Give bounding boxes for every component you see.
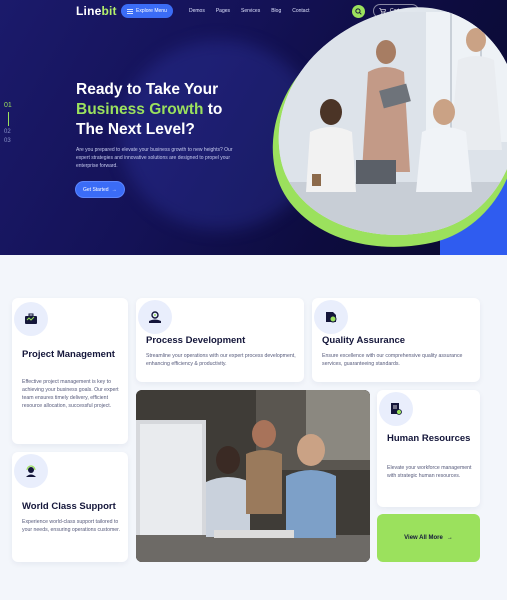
card-title: World Class Support [22, 501, 116, 512]
nav-services[interactable]: Services [241, 8, 260, 14]
main-nav: Demos Pages Services Blog Contact [189, 8, 309, 14]
hero-photo-team-meeting [255, 0, 507, 255]
explore-menu-button[interactable]: Explore Menu [121, 4, 173, 18]
card-description: Effective project management is key to a… [22, 379, 119, 409]
service-card-human-resources[interactable]: Human Resources Elevate your workforce m… [377, 390, 480, 507]
view-all-more-button[interactable]: View All More → [377, 514, 480, 562]
card-description: Ensure excellence with our comprehensive… [322, 353, 463, 367]
slide-indicator-3[interactable]: 03 [4, 138, 12, 144]
card-title: Process Development [146, 335, 246, 346]
slide-indicator-1[interactable]: 01 [4, 102, 12, 109]
search-icon [355, 8, 362, 15]
hero-section: Linebit Explore Menu Demos Pages Service… [0, 0, 507, 255]
view-all-label: View All More [404, 535, 443, 541]
quality-icon [314, 300, 348, 334]
card-title: Project Management [22, 349, 115, 360]
logo[interactable]: Linebit [76, 4, 117, 18]
hero-title-line-3: The Next Level? [76, 121, 195, 138]
service-card-world-class-support[interactable]: World Class Support Experience world-cla… [12, 452, 128, 562]
explore-menu-label: Explore Menu [136, 8, 167, 14]
briefcase-icon [14, 302, 48, 336]
document-person-icon [379, 392, 413, 426]
support-agent-icon [14, 454, 48, 488]
arrow-right-icon: → [111, 186, 117, 193]
gear-hand-icon [138, 300, 172, 334]
arrow-right-icon: → [446, 535, 453, 541]
service-card-process-development[interactable]: Process Development Streamline your oper… [136, 298, 304, 382]
nav-blog[interactable]: Blog [271, 8, 281, 14]
card-title: Quality Assurance [322, 335, 406, 346]
slider-pagination: 01 02 03 [4, 102, 12, 147]
slide-indicator-2[interactable]: 02 [4, 129, 12, 135]
card-description: Experience world-class support tailored … [22, 519, 121, 533]
slide-progress-line [8, 112, 9, 126]
card-title: Human Resources [387, 433, 471, 444]
get-started-button[interactable]: Get Started → [76, 182, 124, 197]
hero-title: Ready to Take Your Business Growth to Th… [76, 80, 276, 140]
office-team-illustration [136, 390, 370, 562]
card-description: Elevate your workforce management with s… [387, 465, 472, 479]
service-card-project-management[interactable]: Project Management Effective project man… [12, 298, 128, 444]
hero-description: Are you prepared to elevate your busines… [76, 147, 233, 169]
hero-image [248, 0, 507, 255]
hero-title-to: to [203, 101, 223, 118]
service-card-quality-assurance[interactable]: Quality Assurance Ensure excellence with… [312, 298, 480, 382]
nav-pages[interactable]: Pages [216, 8, 230, 14]
card-description: Streamline your operations with our expe… [146, 353, 296, 367]
logo-accent-text: bit [101, 4, 117, 18]
hero-title-highlight: Business Growth [76, 101, 204, 118]
menu-icon [127, 8, 133, 14]
nav-contact[interactable]: Contact [292, 8, 309, 14]
office-team-photo [136, 390, 370, 562]
nav-demos[interactable]: Demos [189, 8, 205, 14]
get-started-label: Get Started [83, 186, 109, 193]
logo-text: Line [76, 4, 102, 18]
team-meeting-illustration [276, 12, 507, 236]
hero-title-line-1: Ready to Take Your [76, 81, 219, 98]
